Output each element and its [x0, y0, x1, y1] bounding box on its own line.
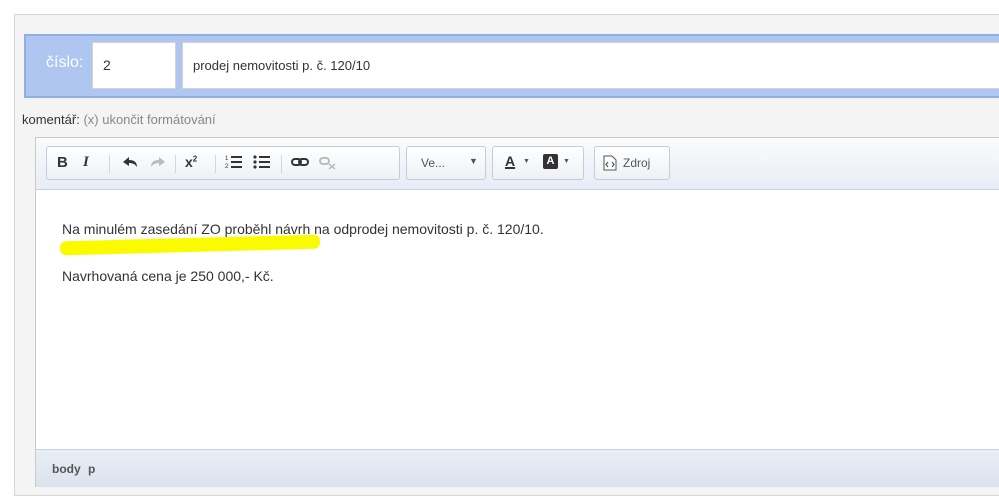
title-input[interactable]: prodej nemovitosti p. č. 120/10 — [182, 42, 999, 89]
yellow-highlight-mark — [59, 234, 321, 256]
format-dropdown-label: Ve... — [421, 156, 446, 170]
text-color-icon[interactable]: A — [505, 153, 515, 169]
bullet-list-icon[interactable] — [253, 154, 271, 174]
color-group: A ▼ A ▼ — [492, 146, 584, 180]
chevron-down-icon: ▼ — [523, 158, 530, 165]
komentar-label: komentář: (x) ukončit formátování — [22, 112, 216, 127]
bg-color-icon[interactable]: A — [543, 154, 558, 169]
source-label: Zdroj — [623, 156, 651, 170]
source-icon — [603, 155, 617, 175]
clear-formatting-hint[interactable]: (x) ukončit formátování — [83, 112, 215, 127]
link-icon[interactable] — [291, 154, 309, 174]
toolbar-separator — [109, 155, 110, 173]
chevron-down-icon: ▼ — [563, 158, 570, 165]
cislo-input[interactable]: 2 — [92, 42, 176, 89]
chevron-down-icon: ▼ — [469, 156, 478, 166]
svg-text:1: 1 — [225, 156, 229, 162]
italic-button[interactable]: I — [83, 154, 89, 171]
ordered-list-icon[interactable]: 1 2 — [225, 154, 243, 174]
editor-statusbar: body p — [36, 449, 999, 487]
komentar-label-text: komentář: — [22, 112, 80, 127]
unlink-icon[interactable] — [319, 154, 337, 174]
path-body[interactable]: body — [52, 462, 81, 476]
path-p[interactable]: p — [88, 462, 95, 476]
superscript-icon[interactable]: x2 — [185, 154, 197, 170]
format-dropdown-box[interactable]: Ve... ▼ — [406, 146, 486, 180]
rich-text-editor: B I x2 1 2 Ve... ▼ A ▼ A ▼ Zdroj Na minu… — [35, 137, 999, 487]
toolbar-separator — [281, 155, 282, 173]
source-button[interactable]: Zdroj — [594, 146, 670, 180]
editor-toolbar: B I x2 1 2 Ve... ▼ A ▼ A ▼ Zdroj — [36, 138, 999, 190]
bold-button[interactable]: B — [57, 154, 68, 171]
redo-icon[interactable] — [149, 154, 167, 174]
svg-text:2: 2 — [225, 164, 229, 170]
header-row: číslo: 2 prodej nemovitosti p. č. 120/10 — [24, 34, 999, 98]
toolbar-separator — [215, 155, 216, 173]
content-paragraph-1: Na minulém zasedání ZO proběhl návrh na … — [62, 221, 544, 237]
cislo-label: číslo: — [46, 54, 84, 71]
editor-content[interactable]: Na minulém zasedání ZO proběhl návrh na … — [36, 190, 999, 449]
content-paragraph-2: Navrhovaná cena je 250 000,- Kč. — [62, 268, 274, 284]
toolbar-group-main: B I x2 1 2 — [46, 146, 400, 180]
undo-icon[interactable] — [121, 154, 139, 174]
toolbar-separator — [175, 155, 176, 173]
